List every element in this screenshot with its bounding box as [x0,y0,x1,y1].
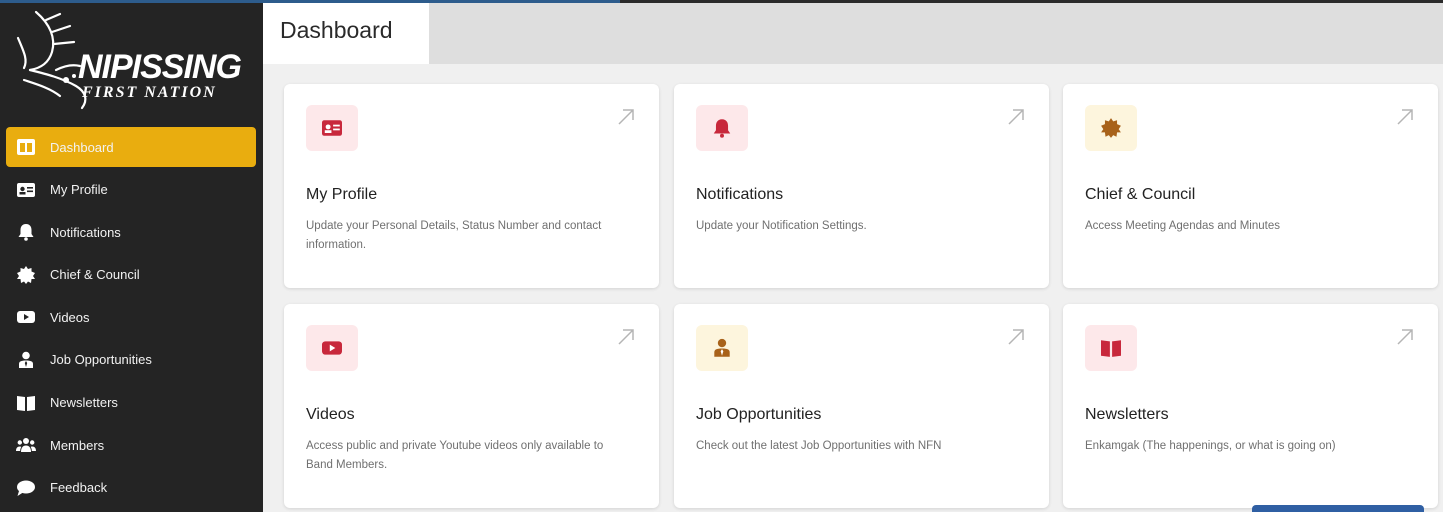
card-title: Chief & Council [1085,186,1196,203]
sidebar-item-newsletters[interactable]: Newsletters [6,383,256,423]
bell-icon [713,119,731,138]
user-tie-icon [16,350,36,370]
card-title: Videos [306,406,355,423]
brand-name: NIPISSING [78,48,242,86]
sidebar-nav: Dashboard My Profile Notifications Chief… [6,127,256,510]
sidebar-item-videos[interactable]: Videos [6,297,256,337]
card-videos[interactable]: Videos Access public and private Youtube… [284,304,659,508]
card-icon-box [696,105,748,151]
youtube-icon [322,341,342,355]
user-tie-icon [714,338,730,357]
book-icon [1101,340,1121,357]
card-description: Enkamgak (The happenings, or what is goi… [1085,440,1336,452]
top-progress-line [0,0,1443,3]
sidebar-item-label: Newsletters [50,395,118,411]
badge-icon [16,265,36,285]
arrow-up-right-icon[interactable] [615,326,637,348]
card-icon-box [1085,325,1137,371]
card-description: Update your Personal Details, Status Num… [306,220,602,251]
card-description: Check out the latest Job Opportunities w… [696,440,942,452]
card-description: Access public and private Youtube videos… [306,440,604,471]
card-icon-box [696,325,748,371]
arrow-up-right-icon[interactable] [615,106,637,128]
card-description: Access Meeting Agendas and Minutes [1085,220,1280,232]
sidebar: NIPISSING FIRST NATION Dashboard My Prof… [0,0,263,512]
sidebar-item-label: Dashboard [50,139,114,155]
sidebar-item-my-profile[interactable]: My Profile [6,170,256,210]
id-card-icon [16,180,36,200]
sidebar-item-label: Job Opportunities [50,352,152,368]
book-icon [16,393,36,413]
sidebar-item-feedback[interactable]: Feedback [6,468,256,508]
brand-subname: FIRST NATION [82,84,217,101]
sidebar-item-label: Chief & Council [50,267,140,283]
sidebar-item-label: My Profile [50,182,108,198]
arrow-up-right-icon[interactable] [1394,106,1416,128]
card-icon-box [306,105,358,151]
card-icon-box [1085,105,1137,151]
id-card-icon [322,120,342,136]
bell-icon [16,222,36,242]
arrow-up-right-icon[interactable] [1005,326,1027,348]
tab-dashboard[interactable]: Dashboard [263,3,429,64]
dashboard-icon [16,137,36,157]
card-title: My Profile [306,186,378,203]
badge-icon [1101,118,1121,138]
sidebar-item-members[interactable]: Members [6,425,256,465]
sidebar-item-job-opportunities[interactable]: Job Opportunities [6,340,256,380]
card-description: Update your Notification Settings. [696,220,867,232]
arrow-up-right-icon[interactable] [1394,326,1416,348]
card-newsletters[interactable]: Newsletters Enkamgak (The happenings, or… [1063,304,1438,508]
sidebar-item-label: Feedback [50,480,108,496]
arrow-up-right-icon[interactable] [1005,106,1027,128]
card-chief-council[interactable]: Chief & Council Access Meeting Agendas a… [1063,84,1438,288]
youtube-icon [16,307,36,327]
card-title: Notifications [696,186,784,203]
main-header: Dashboard [263,3,1443,64]
card-title: Job Opportunities [696,406,822,423]
card-icon-box [306,325,358,371]
sidebar-item-dashboard[interactable]: Dashboard [6,127,256,167]
dashboard-grid: My Profile Update your Personal Details,… [263,64,1443,512]
card-title: Newsletters [1085,406,1169,423]
floating-action-button[interactable] [1252,505,1424,512]
sidebar-item-chief-council[interactable]: Chief & Council [6,255,256,295]
sidebar-item-label: Notifications [50,224,121,240]
sidebar-item-notifications[interactable]: Notifications [6,212,256,252]
users-icon [16,435,36,455]
brand-logo[interactable]: NIPISSING FIRST NATION [16,8,248,112]
top-progress-accent [0,0,620,3]
card-my-profile[interactable]: My Profile Update your Personal Details,… [284,84,659,288]
sidebar-item-label: Videos [50,309,90,325]
card-notifications[interactable]: Notifications Update your Notification S… [674,84,1049,288]
sidebar-item-label: Members [50,437,105,453]
card-job-opportunities[interactable]: Job Opportunities Check out the latest J… [674,304,1049,508]
comment-icon [16,478,36,498]
